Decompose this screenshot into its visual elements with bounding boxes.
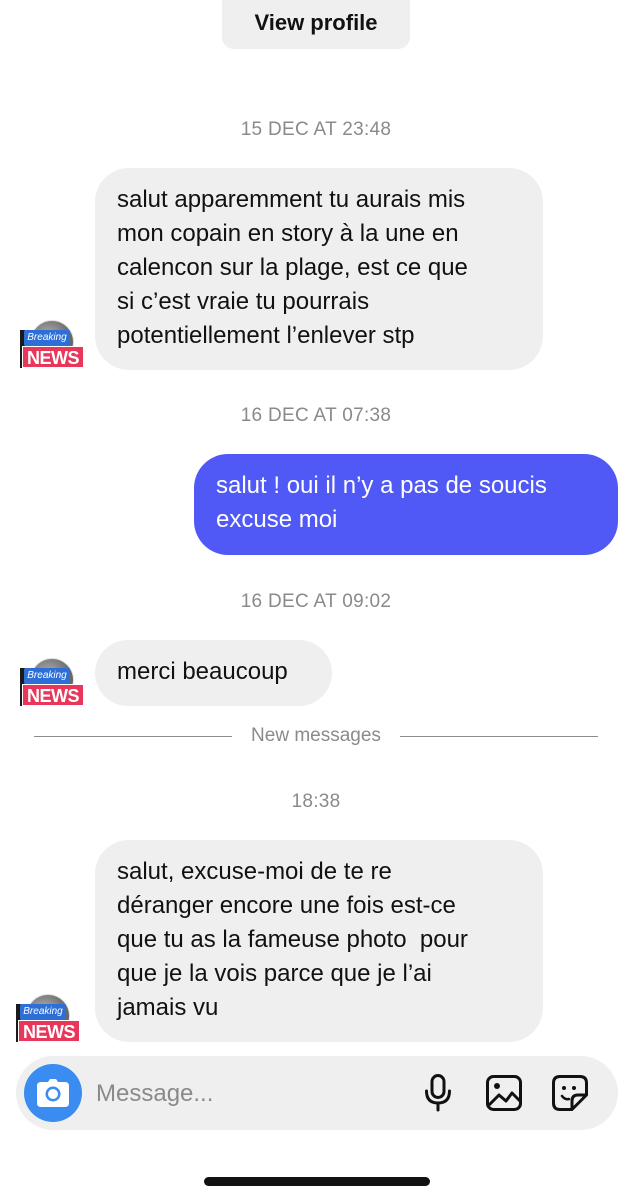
message-bubble-incoming[interactable]: salut apparemment tu aurais mis mon copa…	[95, 168, 543, 370]
home-indicator[interactable]	[204, 1177, 430, 1186]
message-line: déranger encore une fois est-ce	[117, 892, 456, 919]
breaking-badge: Breaking	[20, 1004, 66, 1020]
message-composer	[16, 1056, 618, 1130]
timestamp: 16 DEC AT 07:38	[240, 405, 392, 426]
message-line: que je la vois parce que je l’ai	[117, 960, 432, 987]
message-line: potentiellement l’enlever stp	[117, 322, 415, 349]
camera-icon	[37, 1079, 69, 1107]
message-line: calencon sur la plage, est ce que	[117, 254, 468, 281]
sticker-icon	[552, 1075, 588, 1111]
news-badge: NEWS	[18, 1020, 80, 1042]
breaking-badge: Breaking	[24, 668, 70, 684]
message-line: merci beaucoup	[117, 658, 288, 685]
timestamp: 18:38	[291, 791, 341, 812]
message-line: jamais vu	[117, 994, 219, 1021]
sender-avatar[interactable]: Breaking NEWS	[20, 658, 84, 708]
timestamp: 16 DEC AT 09:02	[240, 591, 392, 612]
message-line: si c’est vraie tu pourrais	[117, 288, 370, 315]
timestamp: 15 DEC AT 23:48	[240, 119, 392, 140]
view-profile-button[interactable]: View profile	[222, 0, 410, 49]
message-line: mon copain en story à la une en	[117, 220, 459, 247]
message-bubble-incoming[interactable]: salut, excuse-moi de te re déranger enco…	[95, 840, 543, 1042]
news-badge: NEWS	[22, 684, 84, 706]
microphone-button[interactable]	[418, 1073, 458, 1113]
microphone-icon	[425, 1074, 451, 1112]
message-line: excuse moi	[216, 506, 338, 533]
message-line: que tu as la fameuse photo pour	[117, 926, 468, 953]
news-badge: NEWS	[22, 346, 84, 368]
chat-screen: View profile 15 DEC AT 23:48 Breaking NE…	[0, 0, 632, 1200]
message-input[interactable]	[94, 1074, 398, 1114]
message-line: salut ! oui il n’y a pas de soucis	[216, 472, 547, 499]
camera-button[interactable]	[24, 1064, 82, 1122]
message-bubble-outgoing[interactable]: salut ! oui il n’y a pas de soucis excus…	[194, 454, 618, 555]
new-messages-label: New messages	[251, 725, 381, 746]
message-line: salut, excuse-moi de te re	[117, 858, 392, 885]
message-bubble-incoming[interactable]: merci beaucoup	[95, 640, 332, 706]
gallery-button[interactable]	[484, 1073, 524, 1113]
breaking-badge: Breaking	[24, 330, 70, 346]
sender-avatar[interactable]: Breaking NEWS	[16, 994, 80, 1044]
sticker-button[interactable]	[550, 1073, 590, 1113]
message-line: salut apparemment tu aurais mis	[117, 186, 466, 213]
sender-avatar[interactable]: Breaking NEWS	[20, 320, 84, 370]
gallery-icon	[486, 1075, 522, 1111]
